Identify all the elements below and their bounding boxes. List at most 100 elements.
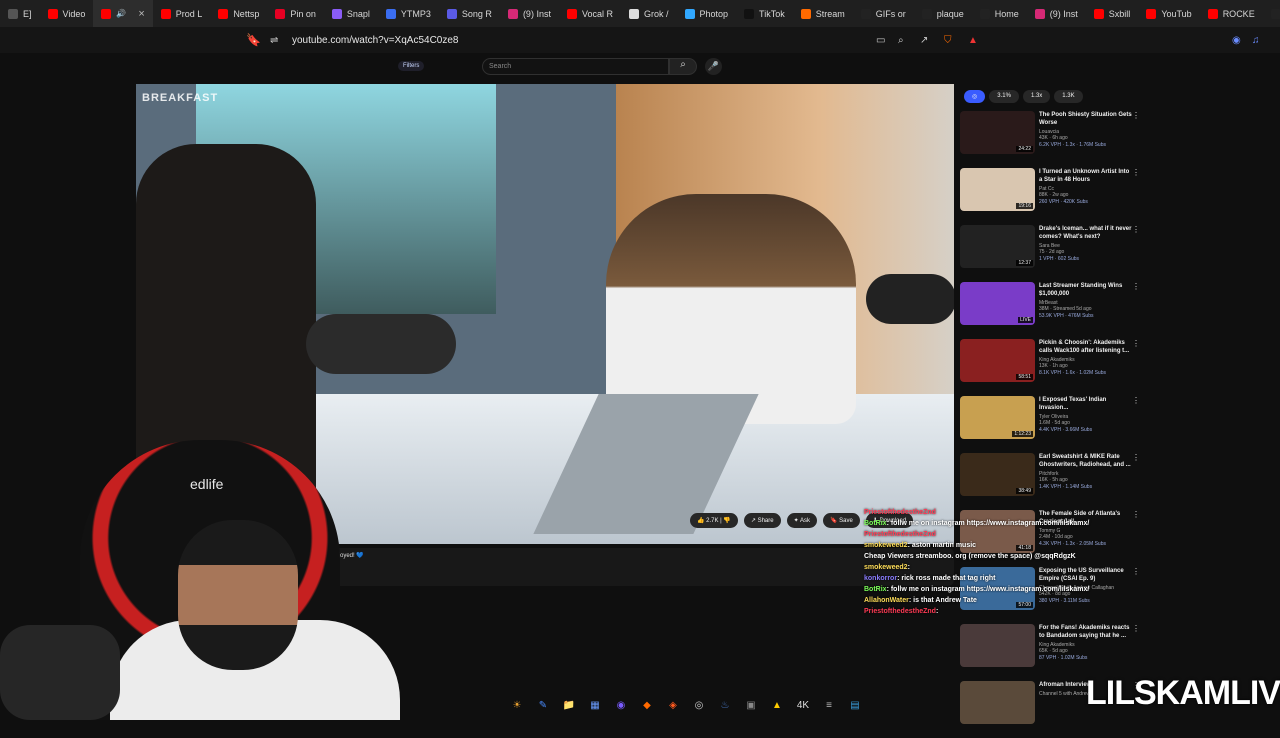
browser-tab[interactable]: Photop — [677, 0, 737, 27]
taskbar-app-icon[interactable]: ▦ — [586, 697, 604, 715]
recommended-video[interactable]: 12:37 Drake's Iceman... what if it never … — [958, 225, 1140, 282]
browser-tab[interactable]: YTMP3 — [378, 0, 439, 27]
share-icon[interactable]: ↗ — [920, 35, 928, 46]
recommended-video[interactable]: LIVE Last Streamer Standing Wins $1,000,0… — [958, 282, 1140, 339]
audio-playing-icon[interactable]: 🔊 — [116, 9, 126, 18]
stat-chip[interactable]: 3.1% — [989, 90, 1019, 103]
more-options-icon[interactable]: ⋮ — [1132, 624, 1140, 681]
ask-button[interactable]: ✦ Ask — [786, 513, 817, 528]
video-title[interactable]: I Exposed Texas' Indian Invasion... — [1039, 396, 1132, 412]
browser-tab[interactable]: YouTub — [1138, 0, 1199, 27]
extension-icon[interactable]: ◉ — [1232, 35, 1241, 46]
more-options-icon[interactable]: ⋮ — [1132, 396, 1140, 453]
tab-label: E] — [23, 8, 32, 19]
vidiq-icon[interactable]: ◎ — [964, 90, 986, 103]
video-thumbnail[interactable] — [960, 681, 1035, 724]
browser-tab[interactable]: TikTok — [736, 0, 793, 27]
browser-tab[interactable]: Home — [972, 0, 1027, 27]
browser-tab-bar: E] Video 🔊 × Prod L Nettsp Pin on Snapl YTMP3 Son… — [0, 0, 1280, 27]
video-title[interactable]: For the Fans! Akademiks reacts to Bandad… — [1039, 624, 1132, 640]
chat-message: smokeweed2: — [864, 562, 1194, 573]
video-thumbnail[interactable] — [960, 624, 1035, 667]
taskbar-app-icon[interactable]: ✎ — [534, 697, 552, 715]
video-thumbnail[interactable]: 12:37 — [960, 225, 1035, 268]
search-input[interactable]: Search — [482, 58, 669, 75]
taskbar-app-icon[interactable]: ▲ — [768, 697, 786, 715]
recommended-video[interactable]: 38:49 Earl Sweatshirt & MIKE Rate Ghostwr… — [958, 453, 1140, 510]
recommended-video[interactable]: 58:51 Pickin & Choosin': Akademiks calls … — [958, 339, 1140, 396]
video-title[interactable]: Drake's Iceman... what if it never comes… — [1039, 225, 1132, 241]
browser-tab[interactable]: Snapl — [324, 0, 378, 27]
share-button[interactable]: ↗ Share — [743, 513, 781, 528]
audio-icon[interactable]: ♫ — [1252, 35, 1260, 46]
browser-tab[interactable]: (9) Inst — [1027, 0, 1086, 27]
video-thumbnail[interactable]: 58:51 — [960, 339, 1035, 382]
video-thumbnail[interactable]: LIVE — [960, 282, 1035, 325]
taskbar-app-icon[interactable]: ◉ — [612, 697, 630, 715]
voice-search-button[interactable]: 🎤 — [705, 58, 722, 75]
taskbar-app-icon[interactable]: ◈ — [664, 697, 682, 715]
browser-tab[interactable]: Hom — [1263, 0, 1280, 27]
taskbar-app-icon[interactable]: 4K — [794, 697, 812, 715]
more-options-icon[interactable]: ⋮ — [1132, 111, 1140, 168]
chat-message: BotRix: follw me on instagram https://ww… — [864, 584, 1194, 595]
tab-label: Sxbill — [1108, 8, 1131, 19]
more-options-icon[interactable]: ⋮ — [1132, 453, 1140, 510]
address-url[interactable]: youtube.com/watch?v=XqAc54C0ze8 — [292, 35, 459, 46]
taskbar-app-icon[interactable]: ≡ — [820, 697, 838, 715]
taskbar-app-icon[interactable]: ▣ — [742, 697, 760, 715]
video-title[interactable]: Last Streamer Standing Wins $1,000,000 — [1039, 282, 1132, 298]
site-info-icon[interactable]: ⇌ — [270, 35, 278, 46]
more-options-icon[interactable]: ⋮ — [1132, 168, 1140, 225]
close-tab-icon[interactable]: × — [138, 8, 144, 20]
recommended-video[interactable]: 19:16 I Turned an Unknown Artist Into a S… — [958, 168, 1140, 225]
taskbar-app-icon[interactable]: ◎ — [690, 697, 708, 715]
video-title[interactable]: Pickin & Choosin': Akademiks calls Wack1… — [1039, 339, 1132, 355]
video-thumbnail[interactable]: 38:49 — [960, 453, 1035, 496]
like-button[interactable]: 👍 2.7K | 👎 — [690, 513, 738, 528]
taskbar-app-icon[interactable]: ☀ — [508, 697, 526, 715]
tab-label: Song R — [461, 8, 492, 19]
more-options-icon[interactable]: ⋮ — [1132, 282, 1140, 339]
video-thumbnail[interactable]: 1:12:23 — [960, 396, 1035, 439]
browser-tab[interactable]: Nettsp — [210, 0, 267, 27]
video-title[interactable]: The Pooh Shiesty Situation Gets Worse — [1039, 111, 1132, 127]
browser-tab[interactable]: Sxbill — [1086, 0, 1139, 27]
cast-icon[interactable]: ▭ — [876, 35, 885, 46]
stat-chip[interactable]: 1.3x — [1022, 90, 1051, 103]
recommended-video[interactable]: 1:12:23 I Exposed Texas' Indian Invasion.… — [958, 396, 1140, 453]
browser-tab[interactable]: plaque — [914, 0, 972, 27]
vph-stats: 53.9K VPH · 476M Subs — [1039, 313, 1094, 319]
browser-tab[interactable]: 🔊 × — [93, 0, 153, 27]
more-options-icon[interactable]: ⋮ — [1132, 225, 1140, 282]
taskbar-app-icon[interactable]: ▤ — [846, 697, 864, 715]
browser-tab[interactable]: Pin on — [267, 0, 324, 27]
search-button[interactable]: ⌕ — [669, 58, 697, 75]
taskbar-app-icon[interactable]: 📁 — [560, 697, 578, 715]
browser-tab[interactable]: Prod L — [153, 0, 211, 27]
browser-tab[interactable]: ROCKE — [1200, 0, 1263, 27]
filters-button[interactable]: Filters — [398, 61, 425, 71]
taskbar-app-icon[interactable]: ♨ — [716, 697, 734, 715]
recommended-video[interactable]: For the Fans! Akademiks reacts to Bandad… — [958, 624, 1140, 681]
browser-tab[interactable]: Song R — [439, 0, 500, 27]
browser-tab[interactable]: Video — [40, 0, 94, 27]
save-button[interactable]: 🔖 Save — [822, 513, 860, 528]
stat-chip[interactable]: 1.3K — [1054, 90, 1083, 103]
bookmark-icon[interactable]: 🔖 — [246, 33, 261, 47]
browser-tab[interactable]: Stream — [793, 0, 853, 27]
recommended-video[interactable]: 24:22 The Pooh Shiesty Situation Gets Wor… — [958, 111, 1140, 168]
browser-tab[interactable]: Vocal R — [559, 0, 621, 27]
browser-tab[interactable]: GIFs or — [853, 0, 914, 27]
video-thumbnail[interactable]: 24:22 — [960, 111, 1035, 154]
browser-tab[interactable]: E] — [0, 0, 40, 27]
video-title[interactable]: Earl Sweatshirt & MIKE Rate Ghostwriters… — [1039, 453, 1132, 469]
video-thumbnail[interactable]: 19:16 — [960, 168, 1035, 211]
zoom-icon[interactable]: ⌕ — [898, 35, 904, 46]
taskbar-app-icon[interactable]: ◆ — [638, 697, 656, 715]
browser-tab[interactable]: (9) Inst — [500, 0, 559, 27]
brave-shield-icon[interactable]: ⛉ — [944, 35, 952, 46]
browser-tab[interactable]: Grok / — [621, 0, 677, 27]
video-title[interactable]: I Turned an Unknown Artist Into a Star i… — [1039, 168, 1132, 184]
more-options-icon[interactable]: ⋮ — [1132, 339, 1140, 396]
